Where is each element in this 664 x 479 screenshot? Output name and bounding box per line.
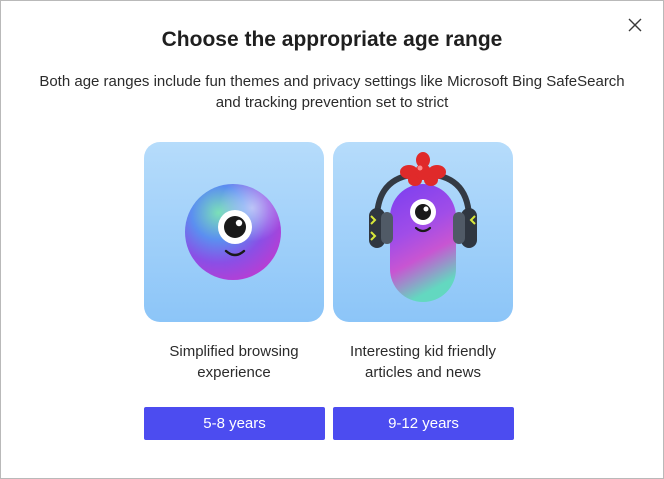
subtitle-line-1: Both age ranges include fun themes and p… — [39, 73, 625, 90]
older-kids-description: Interesting kid friendly articles and ne… — [323, 341, 523, 383]
description-line-1: Interesting kid friendly — [350, 343, 496, 360]
age-5-8-button[interactable]: 5-8 years — [144, 407, 325, 440]
description-line-2: experience — [197, 364, 271, 381]
young-kids-description: Simplified browsing experience — [134, 341, 334, 383]
description-line-2: articles and news — [365, 364, 481, 381]
subtitle-line-2: and tracking prevention set to strict — [215, 94, 449, 111]
older-kids-illustration-card[interactable] — [333, 142, 513, 322]
description-line-1: Simplified browsing — [169, 343, 299, 360]
dialog-subtitle: Both age ranges include fun themes and p… — [31, 71, 633, 113]
age-9-12-button[interactable]: 9-12 years — [333, 407, 514, 440]
age-range-dialog: Choose the appropriate age range Both ag… — [0, 0, 664, 479]
round-character-illustration — [185, 184, 281, 280]
dialog-title: Choose the appropriate age range — [161, 28, 503, 51]
headphones-character-illustration — [369, 152, 477, 302]
young-kids-illustration-card[interactable] — [144, 142, 324, 322]
